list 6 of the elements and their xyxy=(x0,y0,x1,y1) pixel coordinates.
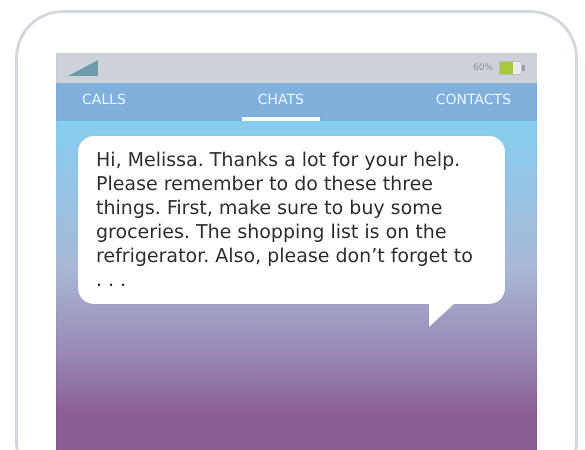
battery-percentage: 60% xyxy=(472,63,493,73)
message-text: Hi, Melissa. Thanks a lot for your help. Please remember to do these three things. First, make sure to buy some groceries. The shopping list is on the refrigerator. Also, please don’t forget to . . . xyxy=(96,148,474,292)
tab[interactable]: CONTACTS xyxy=(420,83,527,121)
battery-icon xyxy=(499,61,525,75)
tab[interactable]: CALLS xyxy=(66,83,142,121)
signal-icon xyxy=(68,60,98,76)
